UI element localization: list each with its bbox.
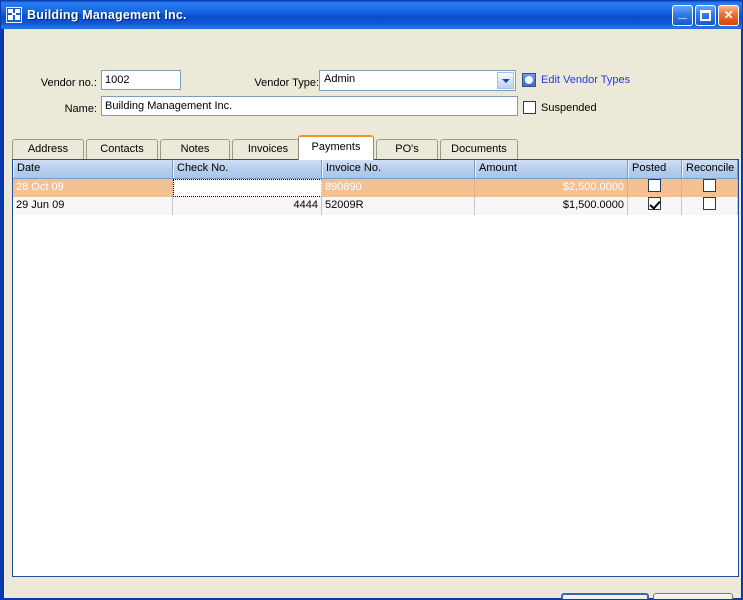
edit-icon	[522, 73, 536, 87]
vendor-type-value: Admin	[324, 73, 356, 85]
table-row[interactable]: 28 Oct 09 890890 $2,500.0000	[13, 179, 738, 197]
cell-check-no[interactable]: 4444	[173, 197, 322, 215]
payments-grid[interactable]: Date Check No. Invoice No. Amount Posted…	[12, 159, 739, 577]
maximize-button[interactable]	[695, 4, 716, 26]
tab-invoices[interactable]: Invoices	[232, 139, 304, 159]
column-header-reconcile[interactable]: Reconcile	[682, 160, 738, 178]
cell-posted[interactable]	[628, 197, 682, 215]
suspended-checkbox-box[interactable]	[523, 101, 536, 114]
vendor-window: Building Management Inc. _ ✕ Vendor no.:…	[0, 0, 743, 600]
cell-reconcile[interactable]	[682, 179, 738, 197]
tab-strip: Address Contacts Notes Invoices Payments…	[12, 135, 733, 160]
name-label: Name:	[64, 103, 97, 115]
window-title: Building Management Inc.	[27, 8, 187, 22]
posted-checkbox[interactable]	[648, 197, 661, 210]
tab-pos[interactable]: PO's	[376, 139, 438, 159]
cell-reconcile[interactable]	[682, 197, 738, 215]
tab-contacts[interactable]: Contacts	[86, 139, 158, 159]
cell-invoice-no[interactable]: 52009R	[322, 197, 475, 215]
tab-payments[interactable]: Payments	[298, 135, 374, 160]
column-header-date[interactable]: Date	[13, 160, 173, 178]
tab-documents[interactable]: Documents	[440, 139, 518, 159]
cell-date[interactable]: 28 Oct 09	[13, 179, 173, 197]
vendor-type-label: Vendor Type:	[254, 77, 319, 89]
cell-invoice-no[interactable]: 890890	[322, 179, 475, 197]
edit-vendor-types-link[interactable]: Edit Vendor Types	[522, 73, 630, 87]
table-row[interactable]: 29 Jun 09 4444 52009R $1,500.0000	[13, 197, 738, 215]
posted-checkbox[interactable]	[648, 179, 661, 192]
chevron-down-icon[interactable]	[497, 72, 514, 89]
title-bar: Building Management Inc. _ ✕	[1, 1, 742, 29]
vendor-type-select[interactable]: Admin	[319, 70, 516, 91]
column-header-invoice-no[interactable]: Invoice No.	[322, 160, 475, 178]
reconcile-checkbox[interactable]	[703, 197, 716, 210]
reconcile-checkbox[interactable]	[703, 179, 716, 192]
grid-header-row: Date Check No. Invoice No. Amount Posted…	[13, 160, 738, 179]
window-controls: _ ✕	[672, 4, 742, 26]
vendor-no-label: Vendor no.:	[40, 77, 97, 89]
tab-address[interactable]: Address	[12, 139, 84, 159]
column-header-posted[interactable]: Posted	[628, 160, 682, 178]
dialog-body: Vendor no.: Vendor Type: Admin Edit Vend…	[4, 29, 741, 599]
suspended-label: Suspended	[541, 101, 597, 114]
edit-vendor-types-label[interactable]: Edit Vendor Types	[541, 74, 630, 86]
minimize-button[interactable]: _	[672, 4, 693, 26]
vendor-no-input[interactable]	[101, 70, 181, 90]
column-header-check-no[interactable]: Check No.	[173, 160, 322, 178]
suspended-checkbox[interactable]: Suspended	[523, 101, 597, 114]
cell-amount[interactable]: $2,500.0000	[475, 179, 628, 197]
cell-date[interactable]: 29 Jun 09	[13, 197, 173, 215]
cell-check-no[interactable]	[173, 179, 322, 197]
close-button[interactable]: ✕	[718, 4, 739, 26]
name-input[interactable]	[101, 96, 518, 116]
column-header-amount[interactable]: Amount	[475, 160, 628, 178]
cell-posted[interactable]	[628, 179, 682, 197]
tab-notes[interactable]: Notes	[160, 139, 230, 159]
ok-button[interactable]: OK	[561, 593, 649, 599]
window-form-icon	[6, 7, 22, 23]
cancel-button[interactable]: Cancel	[653, 593, 733, 599]
cell-amount[interactable]: $1,500.0000	[475, 197, 628, 215]
